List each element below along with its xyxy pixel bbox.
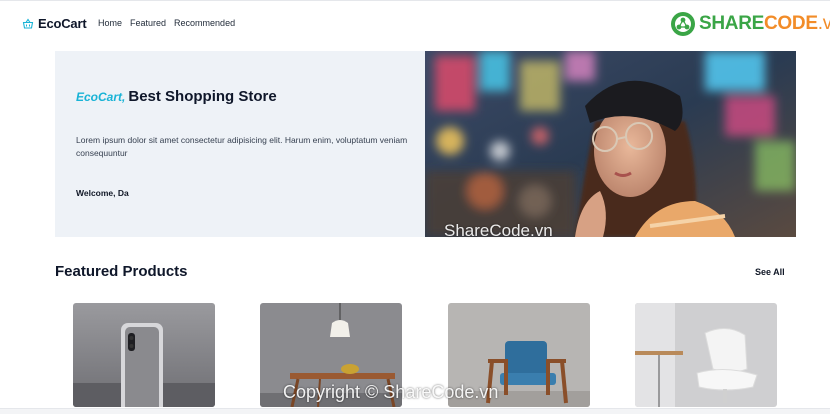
hero-watermark: ShareCode.vn bbox=[444, 221, 553, 240]
brand-name: EcoCart bbox=[38, 16, 87, 31]
hero-title-text: Best Shopping Store bbox=[128, 88, 277, 105]
sharecode-wordmark: SHARECODE.vn bbox=[699, 13, 830, 34]
nav-links: Home Featured Recommended bbox=[98, 18, 235, 28]
brand-logo[interactable]: EcoCart bbox=[22, 16, 87, 31]
white-chair-photo bbox=[635, 303, 777, 407]
product-card-white-chair[interactable] bbox=[635, 303, 777, 407]
nav-link-recommended[interactable]: Recommended bbox=[174, 18, 235, 28]
hero-image bbox=[425, 51, 796, 237]
hero-description: Lorem ipsum dolor sit amet consectetur a… bbox=[76, 135, 408, 158]
page-bottom-edge bbox=[0, 408, 830, 414]
navbar: EcoCart Home Featured Recommended SHAREC… bbox=[0, 0, 830, 46]
hero-banner: EcoCart, Best Shopping Store Lorem ipsum … bbox=[55, 51, 796, 237]
basket-icon bbox=[22, 18, 34, 29]
welcome-message: Welcome, Da bbox=[76, 188, 129, 198]
copyright-watermark: Copyright © ShareCode.vn bbox=[283, 382, 499, 402]
nav-link-home[interactable]: Home bbox=[98, 18, 122, 28]
nav-link-featured[interactable]: Featured bbox=[130, 18, 166, 28]
hero-brand-accent: EcoCart, bbox=[76, 90, 126, 104]
featured-products-heading: Featured Products bbox=[55, 263, 188, 280]
product-card-phone[interactable] bbox=[73, 303, 215, 407]
hero-title: EcoCart, Best Shopping Store bbox=[76, 88, 277, 105]
sharecode-logo: SHARECODE.vn bbox=[670, 11, 830, 37]
sharecode-badge-icon bbox=[671, 12, 695, 36]
see-all-link[interactable]: See All bbox=[755, 267, 785, 277]
phone-photo bbox=[73, 303, 215, 407]
